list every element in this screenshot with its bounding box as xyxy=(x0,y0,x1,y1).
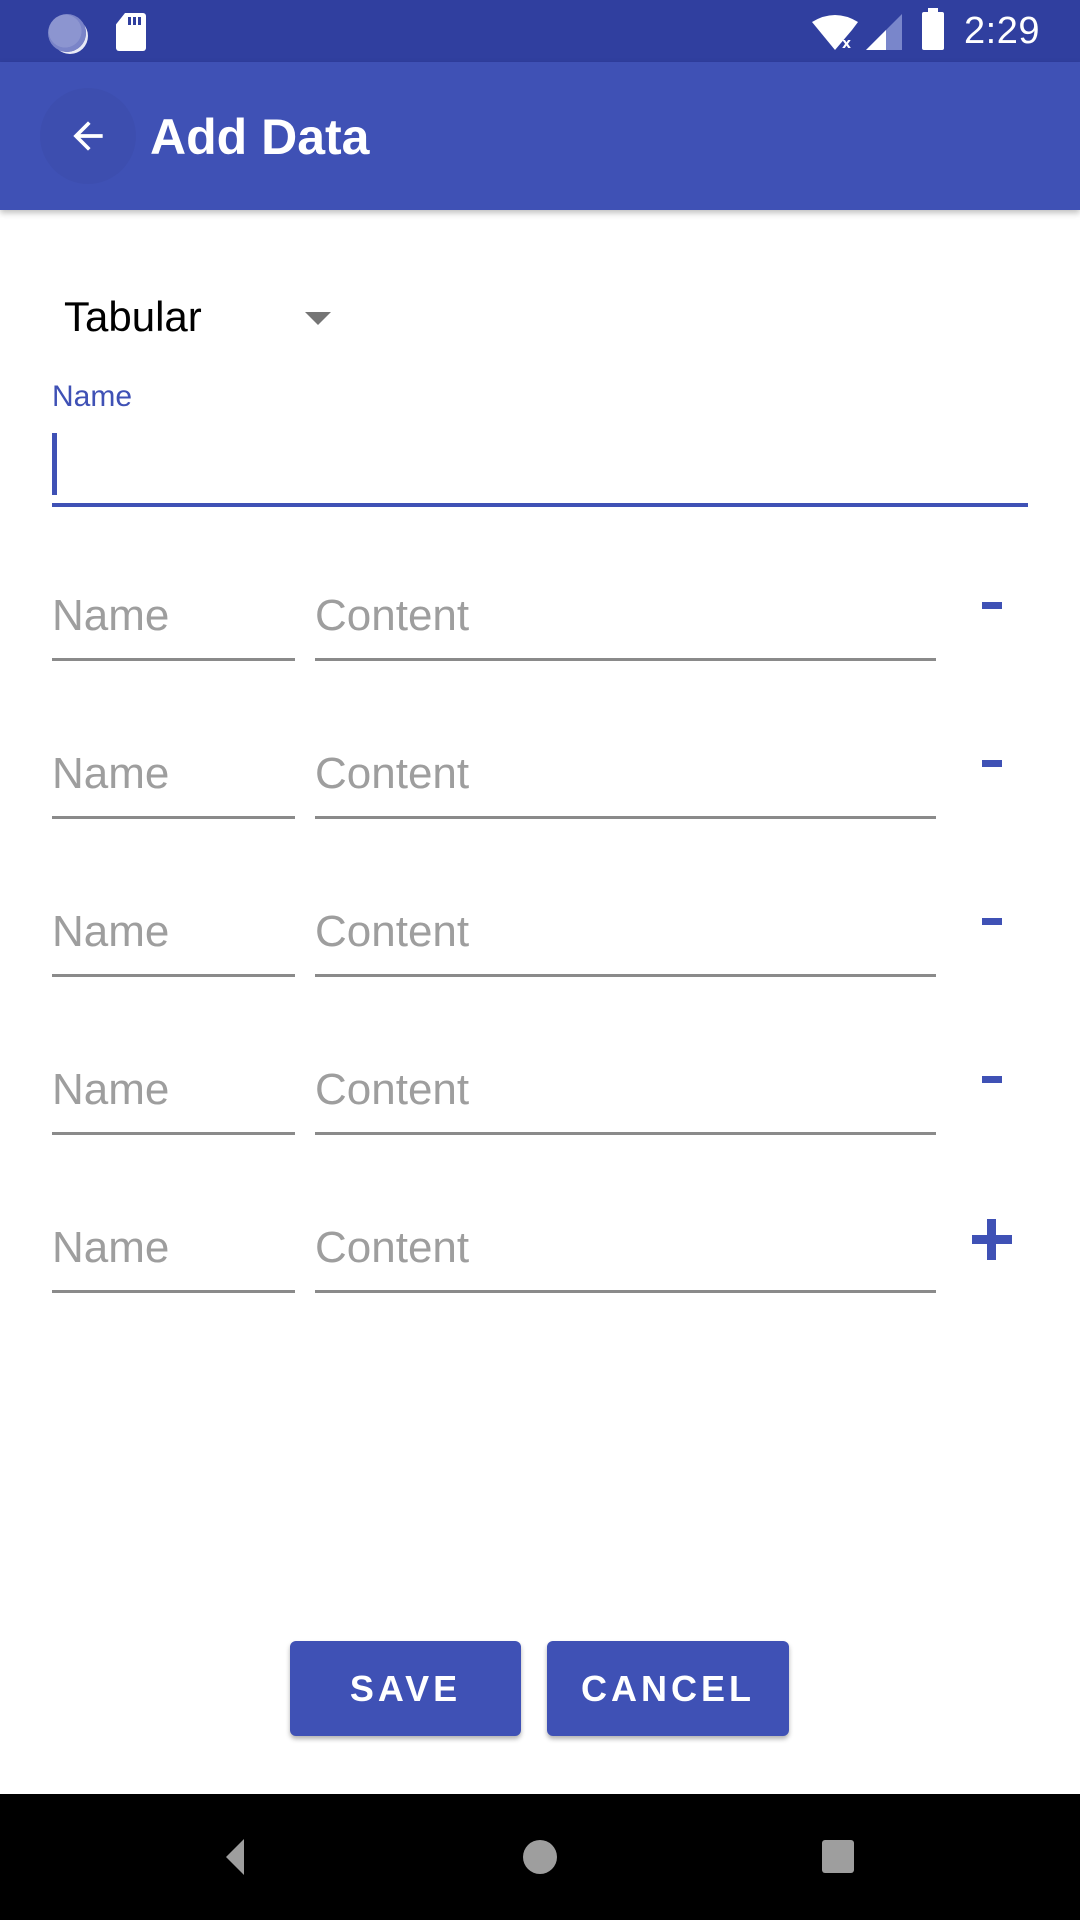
row-name-field[interactable] xyxy=(52,881,295,977)
row-content-field[interactable] xyxy=(315,881,936,977)
row-name-field[interactable] xyxy=(52,565,295,661)
row-name-input[interactable] xyxy=(52,723,295,815)
row-name-field[interactable] xyxy=(52,723,295,819)
page-title: Add Data xyxy=(150,109,370,165)
sync-icon xyxy=(48,14,86,52)
nav-home-button[interactable] xyxy=(492,1822,588,1892)
cancel-button[interactable]: CANCEL xyxy=(547,1641,789,1736)
dropdown-selected-value: Tabular xyxy=(64,293,202,340)
remove-row-button[interactable] xyxy=(962,565,1022,645)
row-name-input[interactable] xyxy=(52,881,295,973)
row-content-field[interactable] xyxy=(315,1197,936,1293)
dropdown-arrow-icon xyxy=(305,312,331,325)
table-row xyxy=(0,565,1080,665)
minus-icon xyxy=(982,601,1002,609)
row-content-input[interactable] xyxy=(315,565,936,657)
save-button[interactable]: SAVE xyxy=(290,1641,521,1736)
status-bar: x 2:29 xyxy=(0,0,1080,62)
table-row xyxy=(0,723,1080,823)
row-name-input[interactable] xyxy=(52,565,295,657)
svg-text:x: x xyxy=(842,36,851,50)
field-underline xyxy=(315,974,936,977)
field-underline xyxy=(315,1132,936,1135)
minus-icon xyxy=(982,759,1002,767)
sd-card-icon xyxy=(116,13,146,51)
table-row xyxy=(0,1197,1080,1297)
field-underline xyxy=(52,658,295,661)
remove-row-button[interactable] xyxy=(962,881,1022,961)
row-content-field[interactable] xyxy=(315,565,936,661)
row-content-input[interactable] xyxy=(315,723,936,815)
name-input[interactable] xyxy=(52,425,1028,503)
nav-back-icon xyxy=(226,1839,244,1875)
add-row-button[interactable] xyxy=(962,1199,1022,1279)
wifi-no-internet-icon: x xyxy=(812,15,858,50)
minus-icon xyxy=(982,1075,1002,1083)
row-name-input[interactable] xyxy=(52,1197,295,1289)
nav-back-button[interactable] xyxy=(192,1822,288,1892)
field-underline xyxy=(52,1132,295,1135)
field-underline xyxy=(315,658,936,661)
field-underline xyxy=(52,1290,295,1293)
text-cursor xyxy=(52,433,57,495)
name-field-underline xyxy=(52,503,1028,507)
field-underline xyxy=(315,1290,936,1293)
field-underline xyxy=(52,816,295,819)
field-underline xyxy=(52,974,295,977)
battery-icon xyxy=(922,8,944,50)
nav-recents-icon xyxy=(822,1840,854,1873)
name-field-label: Name xyxy=(52,380,133,413)
remove-row-button[interactable] xyxy=(962,723,1022,803)
row-content-field[interactable] xyxy=(315,1039,936,1135)
row-name-input[interactable] xyxy=(52,1039,295,1131)
row-content-field[interactable] xyxy=(315,723,936,819)
back-button[interactable] xyxy=(40,88,136,184)
field-underline xyxy=(315,816,936,819)
nav-recents-button[interactable] xyxy=(790,1822,886,1892)
clock: 2:29 xyxy=(964,10,1040,52)
name-field[interactable] xyxy=(52,425,1028,507)
cell-signal-icon xyxy=(866,14,902,50)
row-name-field[interactable] xyxy=(52,1197,295,1293)
remove-row-button[interactable] xyxy=(962,1039,1022,1119)
table-row xyxy=(0,881,1080,981)
table-row xyxy=(0,1039,1080,1139)
app-toolbar: Add Data xyxy=(0,62,1080,210)
row-content-input[interactable] xyxy=(315,1039,936,1131)
minus-icon xyxy=(982,917,1002,925)
system-nav-bar xyxy=(0,1794,1080,1920)
data-type-dropdown[interactable]: Tabular xyxy=(52,283,352,353)
arrow-back-icon xyxy=(73,121,103,151)
nav-home-icon xyxy=(523,1840,557,1874)
row-content-input[interactable] xyxy=(315,881,936,973)
row-content-input[interactable] xyxy=(315,1197,936,1289)
plus-icon xyxy=(972,1218,1012,1260)
row-name-field[interactable] xyxy=(52,1039,295,1135)
